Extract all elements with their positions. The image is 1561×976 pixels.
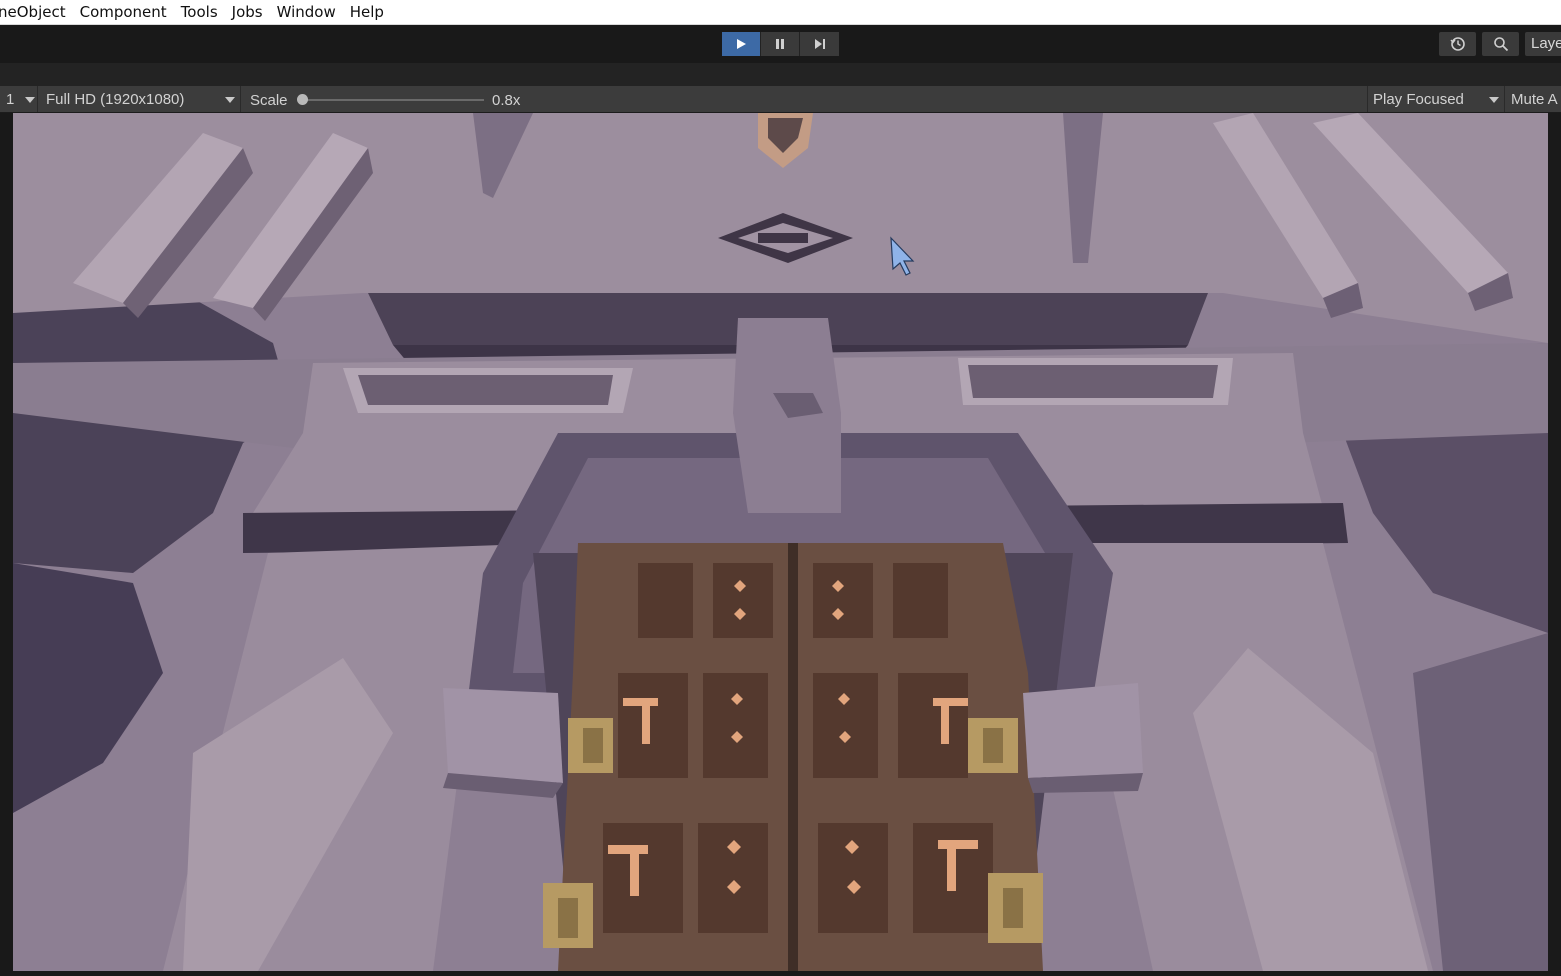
play-icon (737, 39, 746, 49)
scale-label: Scale (250, 92, 288, 109)
step-icon (814, 39, 825, 49)
menu-tools[interactable]: Tools (174, 0, 225, 25)
menu-gameobject[interactable]: neObject (0, 0, 73, 25)
menu-help[interactable]: Help (343, 0, 391, 25)
pause-icon (776, 39, 784, 49)
chevron-down-icon (1489, 97, 1499, 103)
play-mode-value: Play Focused (1373, 90, 1464, 108)
search-icon (1493, 37, 1508, 52)
game-render[interactable] (13, 113, 1548, 971)
play-button[interactable] (722, 32, 761, 56)
menu-window[interactable]: Window (270, 0, 343, 25)
mute-audio-toggle[interactable]: Mute A (1506, 86, 1561, 112)
play-controls (722, 32, 839, 56)
game-viewport (0, 113, 1561, 976)
viewport-edge (1548, 113, 1561, 971)
scale-slider-track[interactable] (303, 99, 484, 101)
resolution-value: Full HD (1920x1080) (46, 90, 185, 108)
game-view-bar: 1 Full HD (1920x1080) Scale 0.8x Play Fo… (0, 86, 1561, 113)
main-toolbar: Laye (0, 25, 1561, 63)
scale-value: 0.8x (492, 92, 521, 109)
history-button[interactable] (1439, 32, 1476, 56)
search-button[interactable] (1482, 32, 1519, 56)
layers-dropdown[interactable]: Laye (1525, 32, 1561, 56)
menu-bar: neObject Component Tools Jobs Window Hel… (0, 0, 1561, 25)
menu-jobs[interactable]: Jobs (225, 0, 270, 25)
display-value: 1 (6, 90, 15, 108)
chevron-down-icon (25, 97, 35, 103)
menu-component[interactable]: Component (73, 0, 174, 25)
resolution-dropdown[interactable]: Full HD (1920x1080) (39, 86, 241, 112)
pause-button[interactable] (761, 32, 800, 56)
play-mode-dropdown[interactable]: Play Focused (1367, 86, 1505, 112)
chevron-down-icon (225, 97, 235, 103)
display-dropdown[interactable]: 1 (0, 86, 38, 112)
scale-slider-handle[interactable] (297, 94, 308, 105)
history-icon (1449, 37, 1465, 51)
scene-render (13, 113, 1548, 971)
step-button[interactable] (800, 32, 839, 56)
tab-strip (0, 63, 1561, 86)
